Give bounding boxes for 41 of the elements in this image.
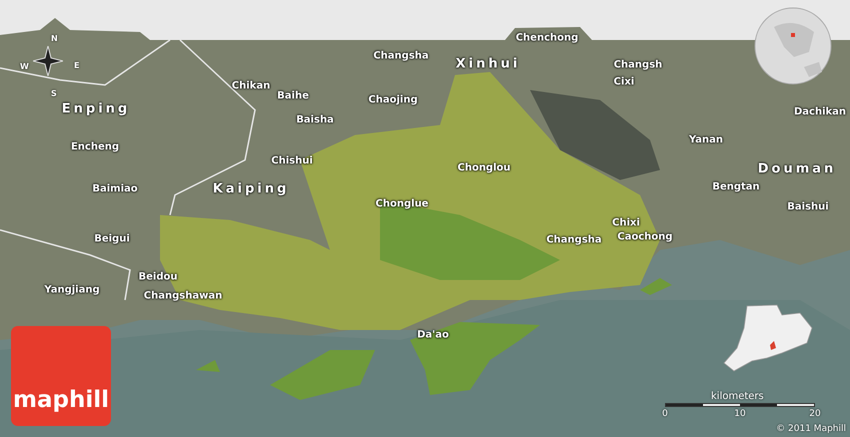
compass-letter: E <box>74 60 80 72</box>
place-label: Chikan <box>232 80 270 94</box>
place-label: Baisha <box>296 114 334 128</box>
place-label: Chonglou <box>457 162 511 176</box>
place-label: Baishui <box>787 200 829 214</box>
place-label: Changsha <box>546 234 602 248</box>
place-label: Chenchong <box>516 32 578 46</box>
place-label: Chaojing <box>368 94 418 108</box>
compass-rose-icon <box>33 46 63 76</box>
scale-unit: kilometers <box>711 390 764 404</box>
place-label: Dachikan <box>794 106 846 120</box>
place-label: Xinhui <box>456 55 520 74</box>
globe-icon <box>754 7 832 85</box>
place-label: Yanan <box>688 134 724 148</box>
place-label: Enping <box>62 100 130 118</box>
compass-letter: S <box>51 88 57 100</box>
place-label: Douman <box>758 160 836 178</box>
place-label: Yangjiang <box>44 284 100 298</box>
scale-tick-label: 10 <box>734 408 746 421</box>
compass-letter: W <box>20 61 29 73</box>
place-label: Changshawan <box>144 290 222 304</box>
place-label: Kaiping <box>212 180 290 198</box>
compass-letter: N <box>51 33 58 45</box>
place-label: Changsha <box>373 50 429 64</box>
place-label: Cixi <box>614 76 634 90</box>
place-label: Da'ao <box>417 328 449 342</box>
scale-tick-label: 0 <box>662 408 668 421</box>
place-label: Beigui <box>94 232 130 246</box>
scale-tick-label: 20 <box>809 408 821 421</box>
place-label: Caochong <box>617 230 673 244</box>
place-label: Baimiao <box>92 182 138 196</box>
place-label: Encheng <box>70 140 120 154</box>
place-label: Beidou <box>138 270 178 284</box>
place-label: Baihe <box>277 90 309 104</box>
place-label: Chonglue <box>376 198 428 212</box>
place-label: Bengtan <box>712 180 760 194</box>
place-label: Chixi <box>612 216 640 230</box>
place-label: Changsh <box>614 58 662 72</box>
logo-text: maphill <box>13 389 109 412</box>
place-label: Chishui <box>271 154 313 168</box>
copyright-text: © 2011 Maphill <box>776 423 846 436</box>
